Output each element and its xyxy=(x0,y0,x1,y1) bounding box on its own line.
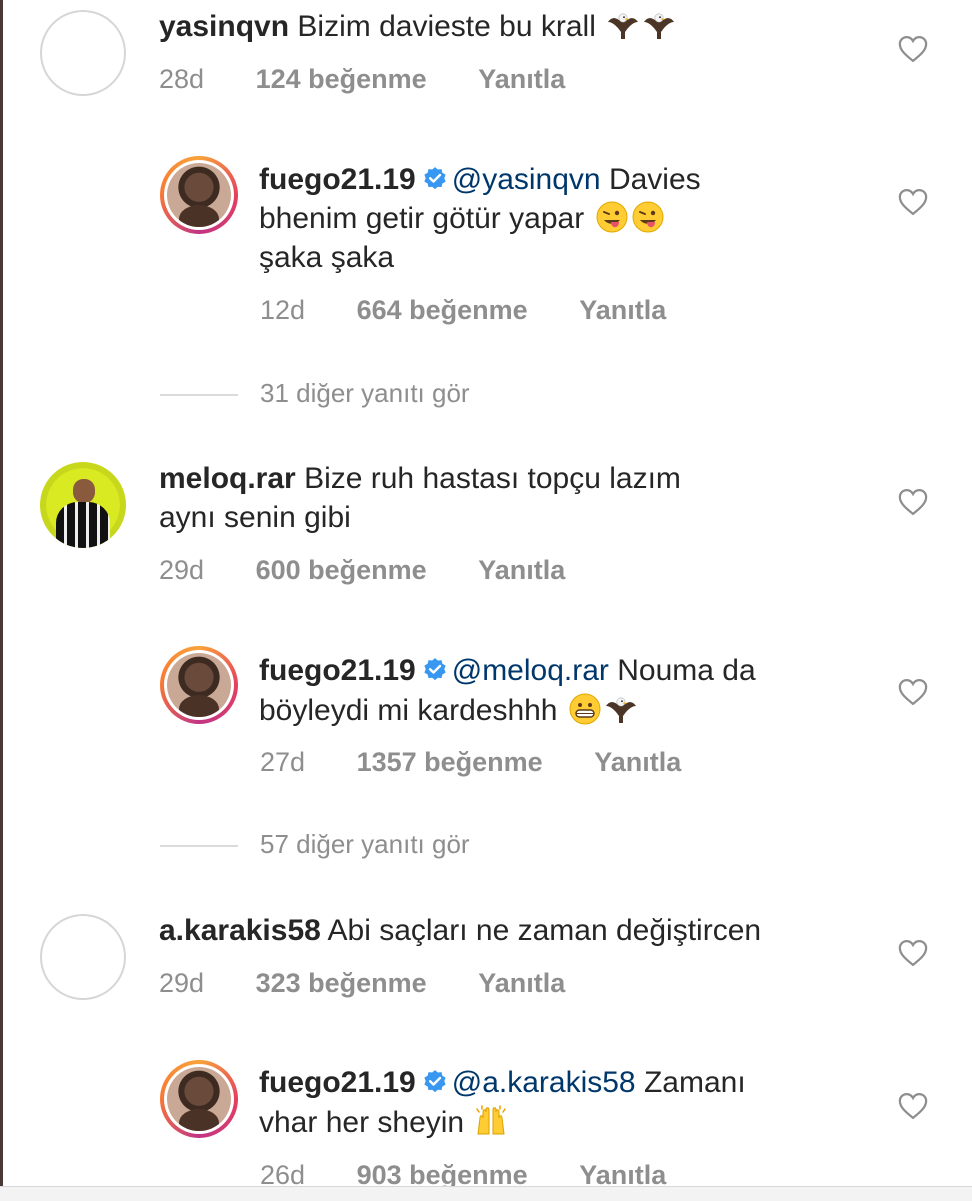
reply-button[interactable]: Yanıtla xyxy=(594,747,681,777)
reply-body: vhar her sheyin xyxy=(259,1106,465,1139)
reply-button[interactable]: Yanıtla xyxy=(579,295,666,325)
username[interactable]: fuego21.19 xyxy=(259,163,416,196)
mention-link[interactable]: @a.karakis58 xyxy=(452,1066,636,1099)
avatar[interactable] xyxy=(160,156,238,234)
raising-hands-emoji xyxy=(474,1104,508,1138)
mention-link[interactable]: @meloq.rar xyxy=(452,654,609,687)
avatar[interactable] xyxy=(40,914,126,1000)
likes-count[interactable]: 664 beğenme xyxy=(357,295,528,325)
divider xyxy=(160,394,238,397)
comment-meta: 28d 124 beğenme Yanıtla xyxy=(159,64,609,95)
heart-outline-icon[interactable] xyxy=(898,35,928,63)
comment-body: Bize ruh hastası topçu lazım xyxy=(304,462,681,495)
view-more-label[interactable]: 31 diğer yanıtı gör xyxy=(260,378,470,408)
winking-tongue-emoji xyxy=(595,200,629,234)
reply-button[interactable]: Yanıtla xyxy=(478,555,565,585)
reply-text-line3: şaka şaka xyxy=(259,241,395,274)
avatar[interactable] xyxy=(40,10,126,96)
eagle-emoji xyxy=(606,8,640,42)
heart-outline-icon[interactable] xyxy=(898,939,928,967)
divider xyxy=(160,845,238,848)
comment-body: Bizim davieste bu krall xyxy=(297,10,596,43)
heart-outline-icon[interactable] xyxy=(898,1092,928,1120)
likes-count[interactable]: 600 beğenme xyxy=(256,555,427,585)
reply-button[interactable]: Yanıtla xyxy=(478,968,565,998)
view-more-replies[interactable]: 57 diğer yanıtı gör xyxy=(160,829,470,860)
likes-count[interactable]: 323 beğenme xyxy=(256,968,427,998)
winking-tongue-emoji xyxy=(631,200,665,234)
likes-count[interactable]: 1357 beğenme xyxy=(357,747,543,777)
reply-text: fuego21.19 @yasinqvn Davies xyxy=(259,161,701,199)
comment-meta: 29d 600 beğenme Yanıtla xyxy=(159,555,609,586)
avatar[interactable] xyxy=(160,646,238,724)
reply-meta: 27d 1357 beğenme Yanıtla xyxy=(260,747,725,778)
timestamp: 12d xyxy=(260,295,306,325)
reply-text-line2: böyleydi mi kardeshhh xyxy=(259,692,638,730)
reply-body: Nouma da xyxy=(617,654,756,687)
window-left-border xyxy=(0,0,3,1200)
comment-text: a.karakis58 Abi saçları ne zaman değişti… xyxy=(159,912,761,950)
verified-badge-icon xyxy=(422,657,448,683)
reply-meta: 12d 664 beğenme Yanıtla xyxy=(260,295,710,326)
username[interactable]: fuego21.19 xyxy=(259,1066,416,1099)
comment-meta: 29d 323 beğenme Yanıtla xyxy=(159,968,609,999)
avatar[interactable] xyxy=(40,462,126,548)
eagle-emoji xyxy=(642,8,676,42)
verified-badge-icon xyxy=(422,1069,448,1095)
grinning-emoji xyxy=(568,692,602,726)
comment-text: yasinqvn Bizim davieste bu krall xyxy=(159,8,676,46)
verified-badge-icon xyxy=(422,166,448,192)
eagle-emoji xyxy=(604,692,638,726)
comment-body: Abi saçları ne zaman değiştircen xyxy=(327,914,762,947)
timestamp: 29d xyxy=(159,555,205,585)
heart-outline-icon[interactable] xyxy=(898,678,928,706)
timestamp: 28d xyxy=(159,64,205,94)
username[interactable]: yasinqvn xyxy=(159,10,289,43)
heart-outline-icon[interactable] xyxy=(898,188,928,216)
reply-body: böyleydi mi kardeshhh xyxy=(259,694,558,727)
username[interactable]: meloq.rar xyxy=(159,462,296,495)
reply-text: fuego21.19 @meloq.rar Nouma da xyxy=(259,652,756,690)
avatar[interactable] xyxy=(160,1060,238,1138)
mention-link[interactable]: @yasinqvn xyxy=(452,163,601,196)
timestamp: 27d xyxy=(260,747,306,777)
reply-text-line2: vhar her sheyin xyxy=(259,1104,508,1142)
likes-count[interactable]: 124 beğenme xyxy=(256,64,427,94)
comment-text: meloq.rar Bize ruh hastası topçu lazım xyxy=(159,460,681,498)
comment-text-line2: aynı senin gibi xyxy=(159,501,351,534)
view-more-label[interactable]: 57 diğer yanıtı gör xyxy=(260,829,470,859)
reply-button[interactable]: Yanıtla xyxy=(478,64,565,94)
view-more-replies[interactable]: 31 diğer yanıtı gör xyxy=(160,378,470,409)
reply-text-line2: bhenim getir götür yapar xyxy=(259,200,665,238)
username[interactable]: a.karakis58 xyxy=(159,914,321,947)
heart-outline-icon[interactable] xyxy=(898,488,928,516)
reply-body: Davies xyxy=(608,163,701,196)
reply-body: bhenim getir götür yapar xyxy=(259,202,585,235)
window-bottom-bar xyxy=(0,1186,972,1201)
username[interactable]: fuego21.19 xyxy=(259,654,416,687)
reply-body: Zamanı xyxy=(643,1066,746,1099)
reply-text: fuego21.19 @a.karakis58 Zamanı xyxy=(259,1064,746,1102)
timestamp: 29d xyxy=(159,968,205,998)
